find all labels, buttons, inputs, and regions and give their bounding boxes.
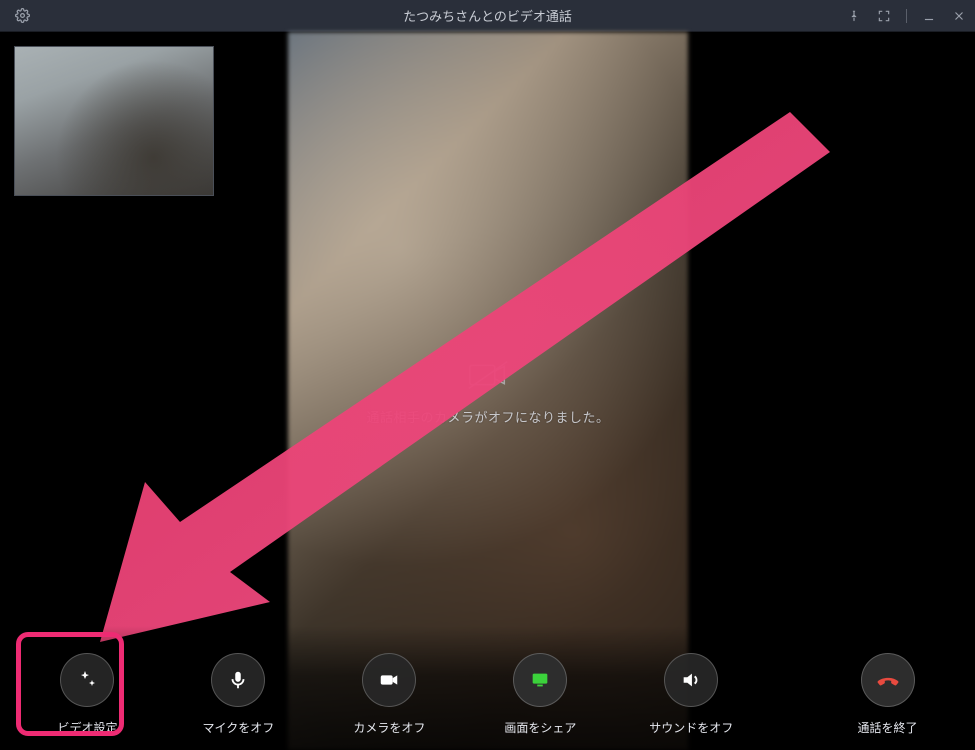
mic-toggle-button[interactable]: マイクをオフ bbox=[163, 626, 314, 750]
minimize-button[interactable] bbox=[921, 8, 937, 24]
camera-toggle-label: カメラをオフ bbox=[353, 719, 425, 736]
mic-toggle-label: マイクをオフ bbox=[203, 719, 275, 736]
microphone-icon bbox=[211, 653, 265, 707]
hangup-icon bbox=[861, 653, 915, 707]
titlebar: たつみちさんとのビデオ通話 bbox=[0, 0, 975, 32]
self-view[interactable] bbox=[14, 46, 214, 196]
share-screen-button[interactable]: 画面をシェア bbox=[465, 626, 616, 750]
camera-off-message: 通話相手のカメラがオフになりました。 bbox=[366, 407, 609, 426]
camera-toggle-button[interactable]: カメラをオフ bbox=[314, 626, 465, 750]
camera-off-icon bbox=[465, 357, 511, 393]
end-call-label: 通話を終了 bbox=[858, 719, 918, 736]
titlebar-right bbox=[846, 8, 975, 24]
sound-toggle-button[interactable]: サウンドをオフ bbox=[616, 626, 767, 750]
window-title: たつみちさんとのビデオ通話 bbox=[0, 6, 975, 25]
video-settings-button[interactable]: ビデオ設定 bbox=[12, 626, 163, 750]
pin-icon[interactable] bbox=[846, 8, 862, 24]
divider bbox=[906, 9, 907, 23]
close-button[interactable] bbox=[951, 8, 967, 24]
call-stage: 通話相手のカメラがオフになりました。 ビデオ設定 bbox=[0, 32, 975, 750]
screen-icon bbox=[513, 653, 567, 707]
video-call-window: たつみちさんとのビデオ通話 bbox=[0, 0, 975, 750]
share-screen-label: 画面をシェア bbox=[504, 719, 576, 736]
titlebar-left bbox=[0, 8, 30, 24]
gear-icon[interactable] bbox=[14, 8, 30, 24]
speaker-icon bbox=[664, 653, 718, 707]
video-settings-label: ビデオ設定 bbox=[57, 719, 117, 736]
call-toolbar: ビデオ設定 マイクをオフ bbox=[0, 626, 975, 750]
sparkle-icon bbox=[60, 653, 114, 707]
camera-icon bbox=[362, 653, 416, 707]
sound-toggle-label: サウンドをオフ bbox=[649, 719, 733, 736]
fullscreen-icon[interactable] bbox=[876, 8, 892, 24]
end-call-button[interactable]: 通話を終了 bbox=[812, 626, 963, 750]
